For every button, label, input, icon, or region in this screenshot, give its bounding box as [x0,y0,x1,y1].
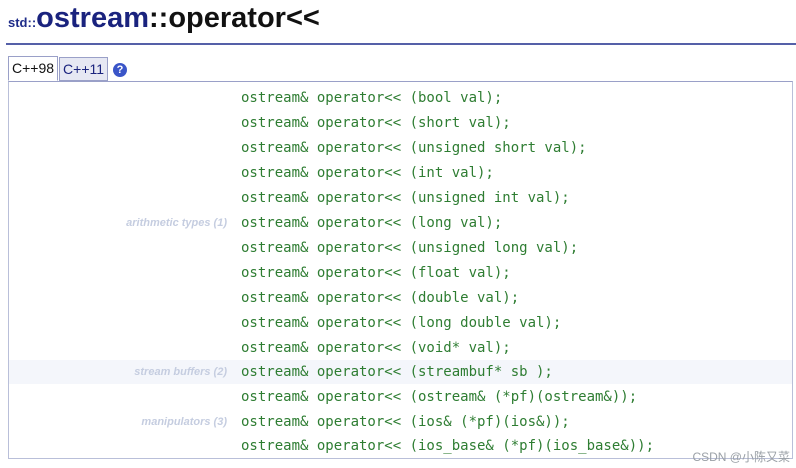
signature-code: ostream& operator<< (unsigned short val)… [241,140,587,156]
signature-code: ostream& operator<< (long double val); [241,315,562,331]
signature-row: arithmetic types (1) ostream& operator<<… [9,211,792,235]
signature-row: ostream& operator<< (unsigned short val)… [9,136,792,160]
title-namespace: std:: [8,15,37,30]
signature-row: ostream& operator<< (void* val); [9,336,792,360]
signature-row: ostream& operator<< (float val); [9,261,792,285]
signature-code: ostream& operator<< (ostream& (*pf)(ostr… [241,389,638,405]
signature-row: ostream& operator<< (long double val); [9,311,792,335]
group-label-stream-buffers: stream buffers (2) [134,366,227,378]
signature-code: ostream& operator<< (int val); [241,165,494,181]
help-icon[interactable]: ? [113,63,128,77]
title-class-name: ostream [36,2,149,34]
group-label-manipulators: manipulators (3) [141,416,227,428]
signature-row: ostream& operator<< (unsigned long val); [9,236,792,260]
tab-cpp98[interactable]: C++98 [8,56,59,81]
signature-code: ostream& operator<< (ios& (*pf)(ios&)); [241,414,570,430]
signature-code: ostream& operator<< (long val); [241,215,503,231]
signature-code: ostream& operator<< (streambuf* sb ); [241,364,553,380]
signature-code: ostream& operator<< (double val); [241,290,520,306]
signature-code: ostream& operator<< (unsigned long val); [241,240,579,256]
tab-cpp11[interactable]: C++11 [59,57,109,81]
signature-row: ostream& operator<< (unsigned int val); [9,186,792,210]
signature-code: ostream& operator<< (short val); [241,115,511,131]
version-tabs: C++98 C++11 ? [8,56,128,81]
page-title: std::ostream::operator<< [8,2,320,40]
signature-code: ostream& operator<< (bool val); [241,90,503,106]
signature-code: ostream& operator<< (void* val); [241,340,511,356]
signature-row: ostream& operator<< (int val); [9,161,792,185]
signature-row: ostream& operator<< (short val); [9,111,792,135]
signature-code: ostream& operator<< (ios_base& (*pf)(ios… [241,438,655,454]
signature-row: ostream& operator<< (ios_base& (*pf)(ios… [9,434,792,458]
signature-row: ostream& operator<< (bool val); [9,86,792,110]
signature-code: ostream& operator<< (float val); [241,265,511,281]
watermark: CSDN @小陈又菜 [692,450,790,464]
title-operator: ::operator<< [149,2,320,34]
group-label-arithmetic: arithmetic types (1) [126,217,227,229]
signature-row: stream buffers (2) ostream& operator<< (… [9,360,792,384]
signatures-panel: ostream& operator<< (bool val); ostream&… [8,81,793,459]
title-divider [6,43,796,45]
signature-row: ostream& operator<< (ostream& (*pf)(ostr… [9,385,792,409]
signature-row: ostream& operator<< (double val); [9,286,792,310]
signature-code: ostream& operator<< (unsigned int val); [241,190,570,206]
signature-row: manipulators (3) ostream& operator<< (io… [9,410,792,434]
